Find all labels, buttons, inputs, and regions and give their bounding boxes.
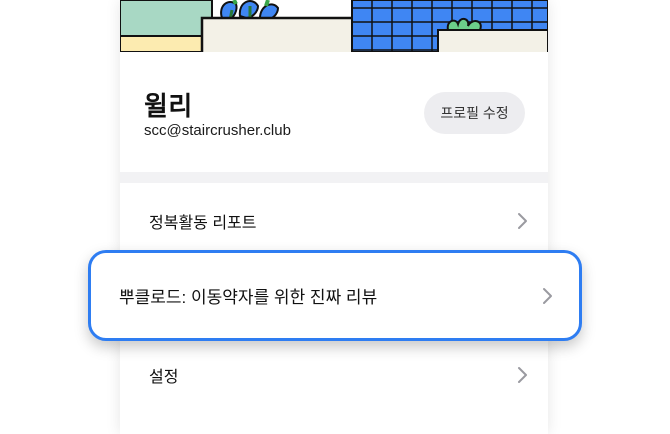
menu-item-accessible-reviews[interactable]: 뿌클로드: 이동약자를 위한 진짜 리뷰	[88, 250, 582, 341]
profile-email: scc@staircrusher.club	[144, 122, 291, 139]
menu-item-conquest-report[interactable]: 정복활동 리포트	[120, 186, 548, 256]
profile-section: 윌리 scc@staircrusher.club 프로필 수정	[120, 52, 548, 172]
chevron-right-icon	[518, 213, 527, 229]
chevron-right-icon	[518, 367, 527, 383]
menu-item-settings[interactable]: 설정	[120, 340, 548, 410]
chevron-right-icon	[543, 287, 552, 304]
menu-item-label: 정복활동 리포트	[149, 215, 257, 232]
profile-name: 윌리	[144, 91, 193, 121]
edit-profile-button[interactable]: 프로필 수정	[424, 92, 525, 134]
city-illustration-banner	[120, 0, 548, 52]
profile-screen: 윌리 scc@staircrusher.club 프로필 수정 정복활동 리포트…	[120, 0, 548, 434]
menu-item-label: 뿌클로드: 이동약자를 위한 진짜 리뷰	[119, 288, 378, 307]
menu-item-label: 설정	[149, 369, 179, 386]
section-divider	[120, 172, 548, 183]
